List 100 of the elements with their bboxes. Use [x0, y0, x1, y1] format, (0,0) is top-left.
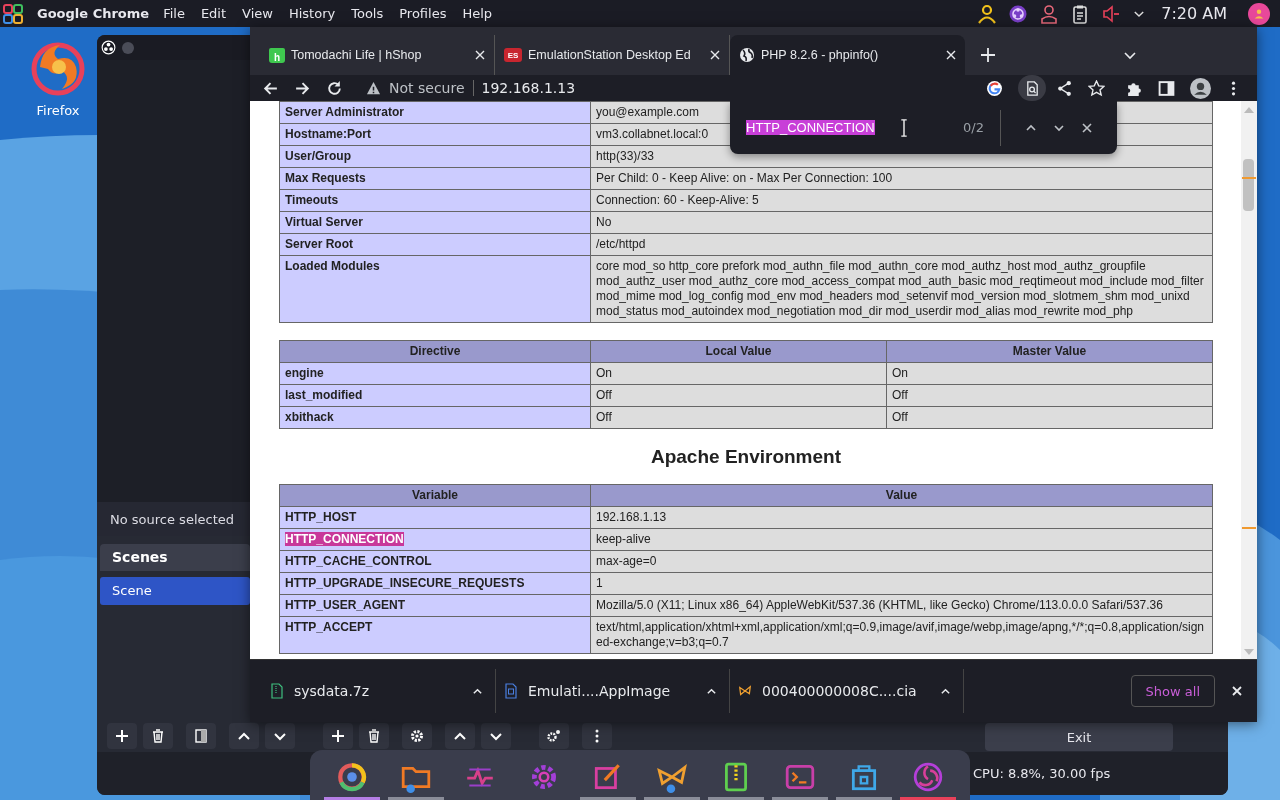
close-icon[interactable]	[1081, 121, 1093, 134]
menu-item[interactable]: Help	[454, 6, 501, 21]
plus-icon	[114, 728, 130, 744]
section-heading: Apache Environment	[649, 446, 842, 468]
table-cell: Server Root	[279, 233, 591, 256]
menu-item[interactable]: Tools	[343, 6, 392, 21]
file-name: 000400000008C....cia	[762, 683, 918, 699]
star-icon[interactable]	[1088, 79, 1105, 97]
app-grid-icon[interactable]	[3, 3, 23, 24]
move-down-button[interactable]	[265, 723, 295, 749]
scrollbar-thumb[interactable]	[1243, 159, 1254, 211]
trash-icon	[150, 728, 166, 744]
table-cell: Per Child: 0 - Keep Alive: on - Max Per Connection: 100	[590, 167, 1213, 190]
browser-tab[interactable]: PHP 8.2.6 - phpinfo()	[730, 35, 965, 75]
table-cell: Server Administrator	[279, 101, 591, 124]
new-tab-icon[interactable]	[981, 48, 995, 62]
table-cell: HTTP_ACCEPT	[285, 620, 373, 634]
status-text: No source selected	[110, 511, 234, 527]
find-in-page-button[interactable]	[1018, 75, 1046, 101]
settings-button[interactable]	[402, 723, 432, 749]
scene-item[interactable]: Scene	[100, 577, 250, 605]
aperture-icon[interactable]	[1008, 3, 1029, 24]
add-button[interactable]	[107, 723, 137, 749]
trash-icon	[366, 728, 382, 744]
ring-icon[interactable]	[336, 761, 368, 793]
address-field[interactable]: 192.168.1.13	[481, 80, 576, 96]
table-cell: No	[590, 211, 1213, 234]
table-cell: On	[590, 362, 887, 385]
text-cursor-icon	[900, 118, 908, 137]
column-header: Master Value	[886, 340, 1213, 363]
table-cell: 1	[590, 572, 1213, 595]
warning-icon[interactable]	[366, 80, 381, 96]
avatar-icon[interactable]	[1248, 2, 1270, 25]
aperture-icon	[101, 40, 116, 55]
table-cell: 192.168.1.13	[590, 506, 1213, 529]
table-cell: Connection: 60 - Keep-Alive: 5	[590, 189, 1213, 212]
move-up-button[interactable]	[229, 723, 259, 749]
match-marker	[1242, 177, 1256, 179]
reload-icon[interactable]	[326, 79, 343, 97]
avatar-icon[interactable]	[1190, 77, 1211, 99]
search-engine-icon[interactable]	[986, 79, 1003, 97]
exit-button[interactable]: Exit	[985, 723, 1173, 751]
gear-icon	[409, 728, 425, 744]
table-cell: Off	[590, 406, 887, 429]
table-cell: text/html,application/xhtml+xml,application/xml;q=0.9,image/avif,image/webp,image/apng,*/*;q=0.8,application/signed-exchange;v=b3;q=0.7	[590, 616, 1213, 654]
table-cell: xbithack	[279, 406, 591, 429]
table-cell: Virtual Server	[279, 211, 591, 234]
add-button[interactable]	[323, 723, 353, 749]
file-icon	[504, 683, 518, 699]
user-icon[interactable]	[1039, 3, 1060, 24]
table-cell: Mozilla/5.0 (X11; Linux x86_64) AppleWebKit/537.36 (KHTML, like Gecko) Chrome/113.0.0.0 Safari/537.36	[590, 594, 1213, 617]
download-item[interactable]: Emulati....AppImage	[496, 669, 730, 713]
move-up-button[interactable]	[445, 723, 475, 749]
menu-item[interactable]: View	[234, 6, 281, 21]
app-name: Google Chrome	[37, 6, 150, 21]
scrollbar[interactable]	[1241, 101, 1257, 659]
match-marker	[1242, 527, 1256, 529]
plus-icon	[330, 728, 346, 744]
clock: 7:20 AM	[1161, 4, 1227, 23]
column-header: Local Value	[590, 340, 887, 363]
table-cell: HTTP_HOST	[285, 510, 357, 524]
table-cell: /etc/httpd	[590, 233, 1213, 256]
filter-button[interactable]	[186, 723, 216, 749]
menu-item[interactable]: History	[280, 6, 344, 21]
muted-speaker-icon[interactable]	[1101, 3, 1122, 24]
download-item[interactable]: sysdata.7z	[262, 669, 496, 713]
table-cell: Loaded Modules	[279, 255, 591, 323]
settings-button[interactable]	[539, 723, 569, 749]
column-header: Directive	[279, 340, 591, 363]
app-badge-icon: ES	[504, 48, 522, 62]
desktop-icon-label[interactable]: Firefox	[36, 103, 80, 118]
menu-item[interactable]: File	[155, 6, 193, 21]
gears-icon	[546, 728, 562, 744]
person-icon[interactable]	[977, 3, 998, 24]
side-panel-icon[interactable]	[1158, 79, 1175, 97]
page-search-icon	[1024, 80, 1040, 96]
move-down-button[interactable]	[481, 723, 511, 749]
more-button[interactable]	[582, 723, 612, 749]
table-cell: Hostname:Port	[279, 123, 591, 146]
show-all-button[interactable]: Show all	[1130, 675, 1215, 707]
table-cell: core mod_so http_core prefork mod_authn_file mod_authn_core mod_authz_host mod_authz_groupfile mod_authz_user mod_authz_core mod_access_compat mod_auth_basic mod_reqtimeout mod_include mod_filter mod_mime mod_log_config mod_env mod_headers mod_setenvif mod_version mod_slotmem_shm mod_unixd mod_status mod_autoindex mod_negotiation mod_dir mod_userdir mod_alias mod_rewrite mod_php	[590, 255, 1213, 323]
delete-button[interactable]	[359, 723, 389, 749]
menu-item[interactable]: Edit	[192, 6, 235, 21]
table-cell: max-age=0	[590, 550, 1213, 573]
file-name: sysdata.7z	[294, 683, 371, 699]
status-text: CPU: 8.8%, 30.00 fps	[973, 766, 1111, 781]
share-icon[interactable]	[1056, 79, 1073, 97]
security-label[interactable]: Not secure	[389, 80, 474, 96]
file-name: Emulati....AppImage	[528, 683, 672, 699]
tab-title: PHP 8.2.6 - phpinfo()	[761, 48, 880, 62]
browser-tab[interactable]: h Tomodachi Life | hShop	[260, 35, 495, 75]
table-cell: keep-alive	[590, 528, 1213, 551]
panel-header: Scenes	[100, 544, 250, 571]
table-cell: Off	[886, 384, 1213, 407]
table-cell: On	[886, 362, 1213, 385]
download-item[interactable]: 000400000008C....cia	[730, 669, 964, 713]
butterfly-icon[interactable]	[656, 761, 688, 793]
delete-button[interactable]	[143, 723, 173, 749]
menu-item[interactable]: Profiles	[391, 6, 455, 21]
shopping-bag-icon: h	[269, 47, 285, 63]
